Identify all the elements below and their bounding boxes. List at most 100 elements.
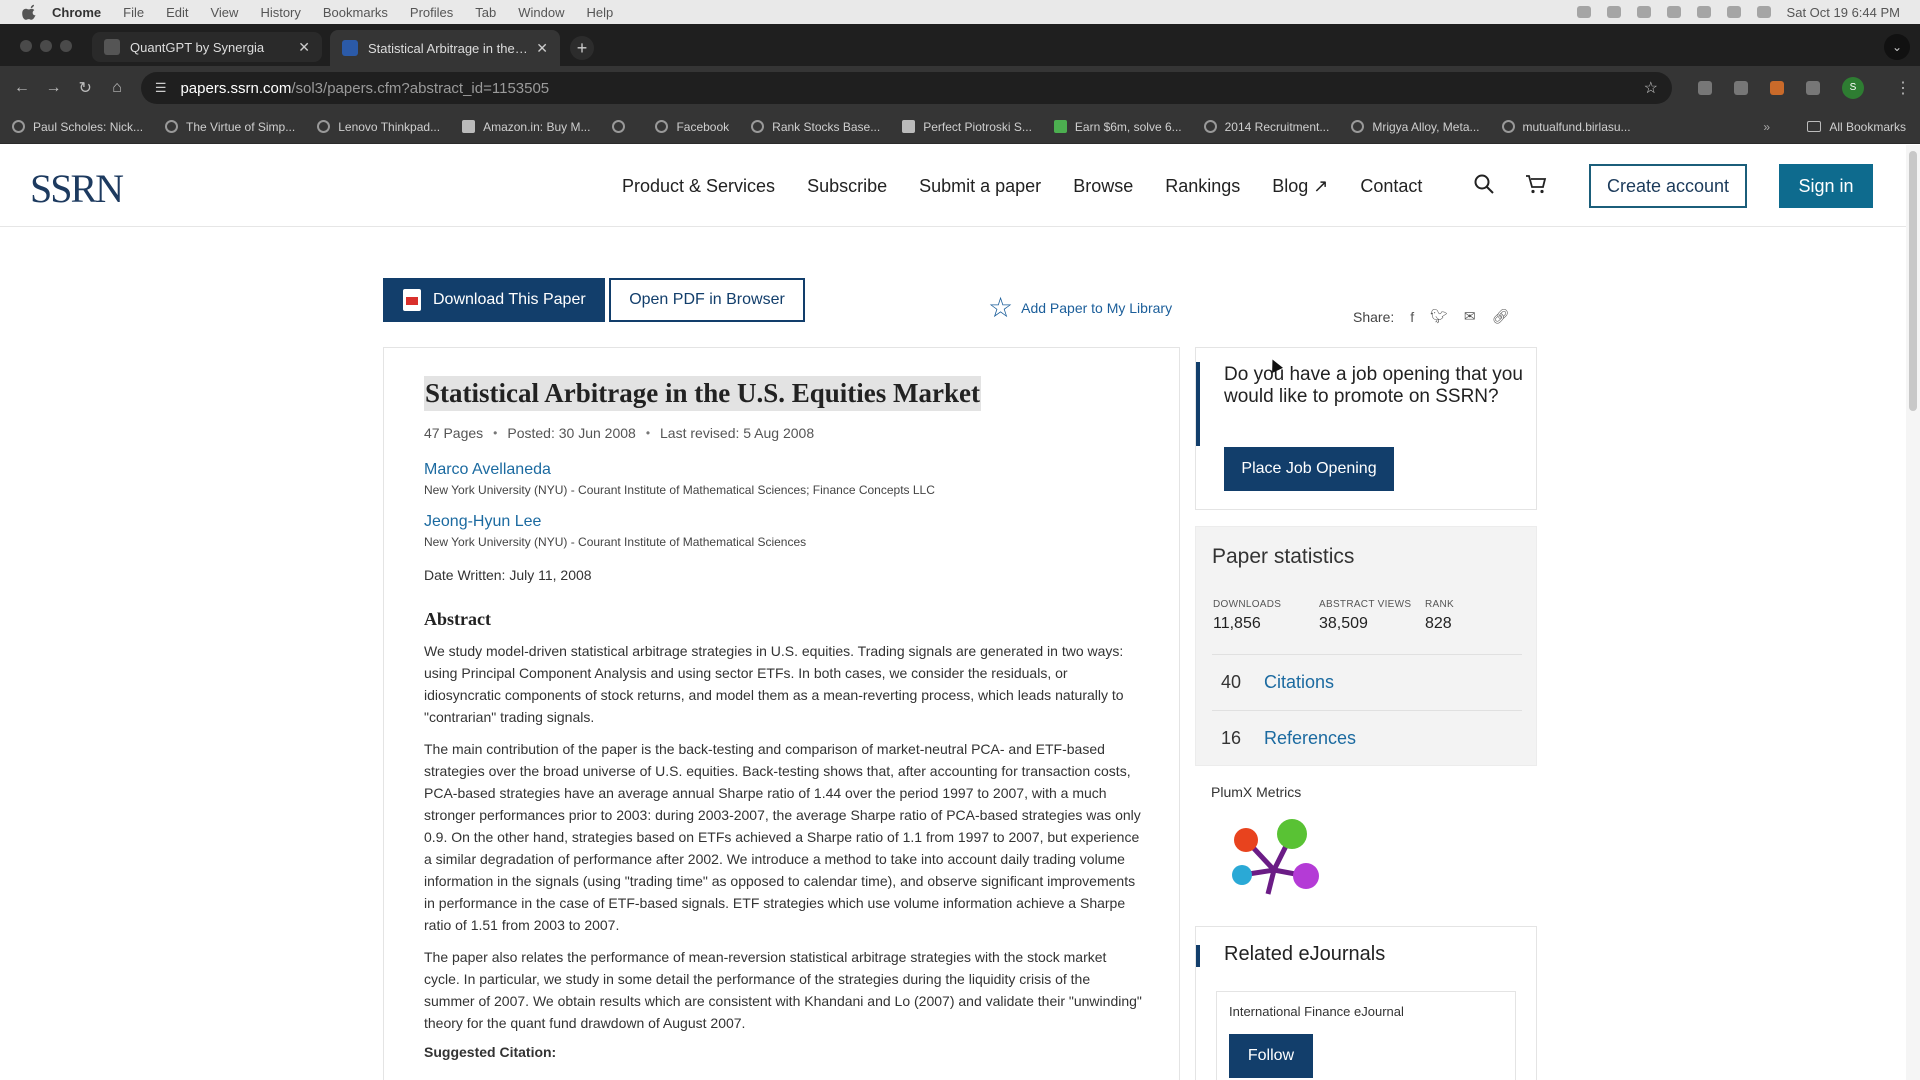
wifi-icon[interactable] (1696, 6, 1711, 18)
menu-file[interactable]: File (123, 5, 144, 20)
scrollbar-thumb[interactable] (1909, 151, 1917, 411)
menu-view[interactable]: View (210, 5, 238, 20)
add-library-label: Add Paper to My Library (1021, 300, 1173, 316)
nav-contact[interactable]: Contact (1360, 176, 1422, 197)
all-bookmarks-button[interactable]: All Bookmarks (1807, 120, 1906, 134)
browser-toolbar: ← → ↻ ⌂ ☰ papers.ssrn.com /sol3/papers.c… (0, 66, 1920, 110)
paper-meta: 47 Pages • Posted: 30 Jun 2008 • Last re… (424, 425, 1144, 441)
apple-icon[interactable] (22, 4, 38, 20)
browser-tab-active[interactable]: Statistical Arbitrage in the U.S. ✕ (330, 30, 560, 66)
facebook-icon[interactable]: f (1410, 309, 1414, 325)
nav-browse[interactable]: Browse (1073, 176, 1133, 197)
url-host: papers.ssrn.com (180, 79, 292, 97)
bookmark-item[interactable]: 2014 Recruitment... (1203, 120, 1329, 134)
separator: • (645, 426, 651, 440)
status-icon[interactable] (1576, 6, 1591, 18)
close-window-button[interactable] (20, 40, 32, 52)
bookmark-item[interactable]: Rank Stocks Base... (751, 120, 880, 134)
bookmark-item[interactable] (612, 120, 633, 133)
ssrn-logo[interactable]: SSRN (30, 165, 124, 212)
download-paper-button[interactable]: Download This Paper (383, 278, 605, 322)
twitter-icon[interactable]: 🐦︎ (1430, 308, 1448, 325)
menu-window[interactable]: Window (518, 5, 564, 20)
extension-icon[interactable] (1734, 81, 1748, 95)
nav-submit-paper[interactable]: Submit a paper (919, 176, 1041, 197)
extension-icon[interactable] (1770, 81, 1784, 95)
nav-rankings[interactable]: Rankings (1165, 176, 1240, 197)
add-to-library-link[interactable]: ☆ Add Paper to My Library (988, 294, 1172, 322)
home-icon[interactable]: ⌂ (101, 79, 133, 97)
page-scrollbar[interactable] (1906, 145, 1920, 1080)
menu-help[interactable]: Help (587, 5, 614, 20)
citations-link[interactable]: Citations (1264, 672, 1334, 693)
author-link[interactable]: Jeong-Hyun Lee (424, 513, 1144, 531)
author-link[interactable]: Marco Avellaneda (424, 461, 1144, 479)
bookmark-item[interactable]: Facebook (655, 120, 729, 134)
close-tab-icon[interactable]: ✕ (536, 40, 548, 57)
references-link[interactable]: References (1264, 728, 1356, 749)
menu-edit[interactable]: Edit (166, 5, 188, 20)
bookmark-item[interactable]: Mrigya Alloy, Meta... (1351, 120, 1480, 134)
bookmarks-overflow-icon[interactable]: » (1763, 120, 1770, 134)
follow-button[interactable]: Follow (1229, 1034, 1313, 1078)
menu-bookmarks[interactable]: Bookmarks (323, 5, 388, 20)
references-count: 16 (1221, 728, 1242, 748)
place-job-button[interactable]: Place Job Opening (1224, 447, 1394, 491)
paper-content: Statistical Arbitrage in the U.S. Equiti… (424, 376, 1144, 1060)
globe-icon (12, 120, 25, 133)
journal-name[interactable]: International Finance eJournal (1229, 1004, 1404, 1019)
bookmark-item[interactable]: Lenovo Thinkpad... (317, 120, 440, 134)
back-icon[interactable]: ← (6, 79, 38, 97)
globe-icon (612, 120, 626, 133)
tab-search-icon[interactable]: ⌄ (1884, 34, 1910, 60)
search-icon[interactable] (1473, 173, 1495, 195)
bookmark-star-icon[interactable]: ☆ (1644, 78, 1658, 98)
new-tab-button[interactable]: + (570, 36, 594, 60)
spotlight-icon[interactable] (1726, 6, 1741, 18)
create-account-button[interactable]: Create account (1589, 164, 1747, 208)
reload-icon[interactable]: ↻ (69, 78, 101, 98)
address-bar[interactable]: ☰ papers.ssrn.com /sol3/papers.cfm?abstr… (140, 72, 1672, 104)
battery-icon[interactable] (1666, 6, 1681, 18)
pdf-icon (403, 289, 421, 311)
nav-subscribe[interactable]: Subscribe (807, 176, 887, 197)
sign-in-button[interactable]: Sign in (1779, 164, 1873, 208)
bookmark-item[interactable]: Amazon.in: Buy M... (462, 120, 590, 134)
open-pdf-button[interactable]: Open PDF in Browser (609, 278, 805, 322)
plumx-metrics-icon[interactable] (1226, 818, 1322, 898)
extensions-puzzle-icon[interactable] (1806, 81, 1820, 95)
bookmark-item[interactable]: Paul Scholes: Nick... (12, 120, 143, 134)
menu-history[interactable]: History (260, 5, 300, 20)
references-row[interactable]: 16 References (1212, 710, 1522, 766)
profile-avatar[interactable]: S (1842, 77, 1864, 99)
menu-clock[interactable]: Sat Oct 19 6:44 PM (1787, 5, 1900, 20)
nav-blog[interactable]: Blog ↗ (1272, 176, 1328, 197)
browser-tab[interactable]: QuantGPT by Synergia ✕ (92, 32, 322, 62)
menu-profiles[interactable]: Profiles (410, 5, 453, 20)
chrome-menu-icon[interactable]: ⋮ (1886, 78, 1920, 98)
status-icon[interactable] (1636, 6, 1651, 18)
bookmark-item[interactable]: mutualfund.birlasu... (1501, 120, 1631, 134)
bookmark-item[interactable]: Perfect Piotroski S... (902, 120, 1032, 134)
bookmark-item[interactable]: Earn $6m, solve 6... (1053, 120, 1182, 134)
cart-icon[interactable] (1525, 173, 1547, 195)
minimize-window-button[interactable] (40, 40, 52, 52)
close-tab-icon[interactable]: ✕ (298, 39, 310, 56)
site-header: SSRN Product & Services Subscribe Submit… (0, 145, 1906, 227)
forward-icon[interactable]: → (38, 79, 70, 97)
email-icon[interactable]: ✉ (1464, 308, 1476, 325)
bookmark-item[interactable]: The Virtue of Simp... (165, 120, 295, 134)
zoom-window-button[interactable] (60, 40, 72, 52)
menu-app-name[interactable]: Chrome (52, 5, 101, 20)
share-bar: Share: f 🐦︎ ✉ 🔗︎ (1353, 308, 1509, 325)
nav-product-services[interactable]: Product & Services (622, 176, 775, 197)
extension-icon[interactable] (1698, 81, 1712, 95)
citations-row[interactable]: 40 Citations (1212, 654, 1522, 710)
browser-tab-strip: QuantGPT by Synergia ✕ Statistical Arbit… (0, 24, 1920, 66)
control-center-icon[interactable] (1756, 6, 1771, 18)
stat-value: 11,856 (1213, 615, 1261, 632)
link-icon[interactable]: 🔗︎ (1492, 308, 1510, 325)
status-icon[interactable] (1606, 6, 1621, 18)
site-info-icon[interactable]: ☰ (155, 80, 167, 96)
menu-tab[interactable]: Tab (475, 5, 496, 20)
